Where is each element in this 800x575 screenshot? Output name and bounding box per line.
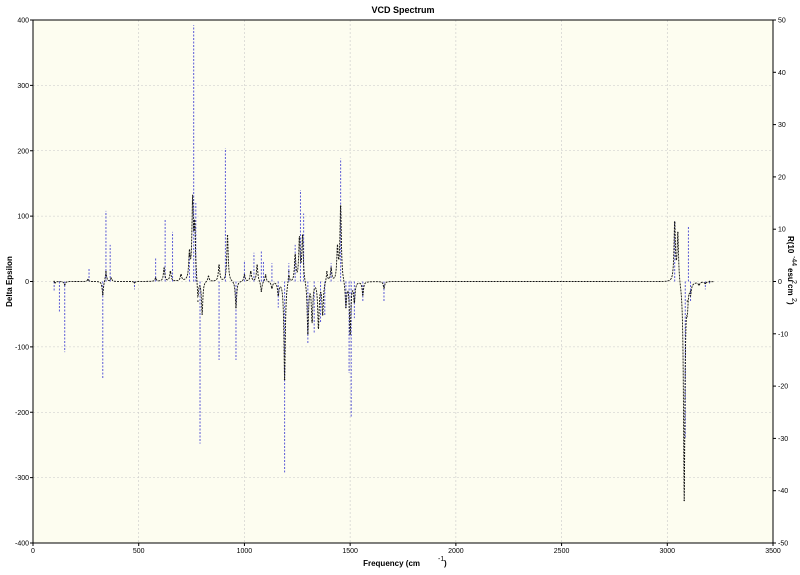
x-axis-label-suffix: ) xyxy=(444,559,447,568)
y-left-tick-label: -300 xyxy=(15,475,29,482)
x-axis-label: Frequency (cm xyxy=(363,559,420,568)
x-tick-label: 2500 xyxy=(554,548,570,555)
spectrum-peak xyxy=(336,248,339,250)
spectrum-peak xyxy=(339,205,342,208)
y-left-tick-label: 100 xyxy=(17,214,29,221)
spectrum-peak xyxy=(301,235,304,237)
spectrum-peak xyxy=(326,270,328,273)
y-right-tick-label: -30 xyxy=(778,436,788,443)
x-tick-label: 1500 xyxy=(342,548,358,555)
spectrum-peak xyxy=(321,313,324,315)
spectrum-peak xyxy=(264,274,267,276)
spectrum-peak xyxy=(188,254,191,257)
y-right-tick-label: -10 xyxy=(778,331,788,338)
spectrum-peak xyxy=(288,270,290,273)
spectrum-peak xyxy=(704,282,707,285)
y-right-tick-label: 10 xyxy=(778,227,786,234)
y-right-label-group: R(10-44esu2cm2) xyxy=(786,236,797,305)
y-right-tick-label: 30 xyxy=(778,122,786,129)
spectrum-peak xyxy=(194,228,196,230)
y-right-tick-label: 50 xyxy=(778,18,786,25)
y-right-tick-label: 20 xyxy=(778,174,786,181)
x-tick-label: 1000 xyxy=(237,548,253,555)
y-left-tick-label: -200 xyxy=(15,410,29,417)
spectrum-peak xyxy=(294,254,296,257)
chart-canvas: 0 500 1000 1500 2000 2500 3000 3500-400-300-200… xyxy=(5,5,797,568)
y-left-tick-label: -100 xyxy=(15,344,29,351)
spectrum-peak xyxy=(260,290,263,293)
spectrum-peak xyxy=(353,300,356,302)
spectrum-peak xyxy=(197,300,199,302)
spectrum-peak xyxy=(180,274,182,276)
y-right-label-part: R(10 xyxy=(786,236,795,254)
y-axis-left-label: Delta Epsilon xyxy=(5,256,14,307)
spectrum-peak xyxy=(54,282,56,284)
y-right-tick-label: -20 xyxy=(778,384,788,391)
spectrum-peak xyxy=(298,238,301,240)
spectrum-peak xyxy=(349,333,351,335)
vcd-chart: 0 500 1000 1500 2000 2500 3000 3500 -400 -300 -200… xyxy=(0,0,800,570)
y-left-tick-label: 300 xyxy=(17,83,29,90)
spectrum-peak xyxy=(163,267,165,270)
spectrum-peak xyxy=(235,306,237,309)
spectrum-peak xyxy=(277,293,279,296)
x-tick-label: 3500 xyxy=(765,548,781,555)
spectrum-peak xyxy=(256,264,258,266)
spectrum-peak xyxy=(307,333,309,335)
spectrum-peak xyxy=(154,277,157,279)
spectrum-peak xyxy=(677,231,679,234)
spectrum-peak xyxy=(218,264,220,266)
y-right-tick-label: -50 xyxy=(778,541,788,548)
y-right-label-part: ) xyxy=(786,302,795,305)
spectrum-peak xyxy=(243,274,246,276)
y-right-tick-label: 40 xyxy=(778,70,786,77)
spectrum-peak xyxy=(689,290,692,293)
spectrum-peak xyxy=(698,284,700,286)
spectrum-peak xyxy=(53,280,55,283)
y-right-label-part: cm xyxy=(786,284,795,296)
spectrum-peak xyxy=(105,270,107,273)
spectrum-peak xyxy=(673,221,676,224)
spectrum-peak xyxy=(64,284,66,286)
x-tick-label: 3000 xyxy=(659,548,675,555)
spectrum-peak xyxy=(283,378,286,381)
spectrum-peak xyxy=(708,280,711,283)
spectrum-peak xyxy=(110,277,112,279)
spectrum-peak xyxy=(191,202,194,204)
spectrum-peak xyxy=(683,499,685,502)
spectrum-peak xyxy=(330,267,332,270)
x-tick-label: 500 xyxy=(133,548,145,555)
spectrum-peak xyxy=(362,293,364,296)
chart-title: VCD Spectrum xyxy=(371,5,434,15)
y-right-label-part: -44 xyxy=(790,256,797,266)
spectrum-peak xyxy=(133,282,136,284)
spectrum-peak xyxy=(311,320,313,322)
spectrum-peak xyxy=(87,278,89,281)
spectrum-peak xyxy=(226,235,229,237)
spectrum-peak xyxy=(317,326,320,328)
x-tick-label: 0 xyxy=(31,548,35,555)
spectrum-peak xyxy=(201,313,203,315)
spectrum-peak xyxy=(345,306,347,309)
y-left-tick-label: 200 xyxy=(17,148,29,155)
spectrum-peak xyxy=(383,287,385,289)
x-tick-label: 2000 xyxy=(448,548,464,555)
spectrum-peak xyxy=(250,270,252,273)
y-axis-right-label: R(10-44esu2cm2) xyxy=(786,236,797,305)
y-left-tick-label: -400 xyxy=(15,541,29,548)
y-left-tick-label: 400 xyxy=(17,18,29,25)
spectrum-peak xyxy=(169,270,172,273)
y-right-tick-label: 0 xyxy=(778,279,782,286)
spectrum-peak xyxy=(102,293,104,296)
spectrum-peak xyxy=(207,275,210,277)
spectrum-peak xyxy=(686,300,689,302)
spectrum-peak xyxy=(271,287,273,289)
y-right-tick-label: -40 xyxy=(778,488,788,495)
y-left-tick-label: 0 xyxy=(25,279,29,286)
